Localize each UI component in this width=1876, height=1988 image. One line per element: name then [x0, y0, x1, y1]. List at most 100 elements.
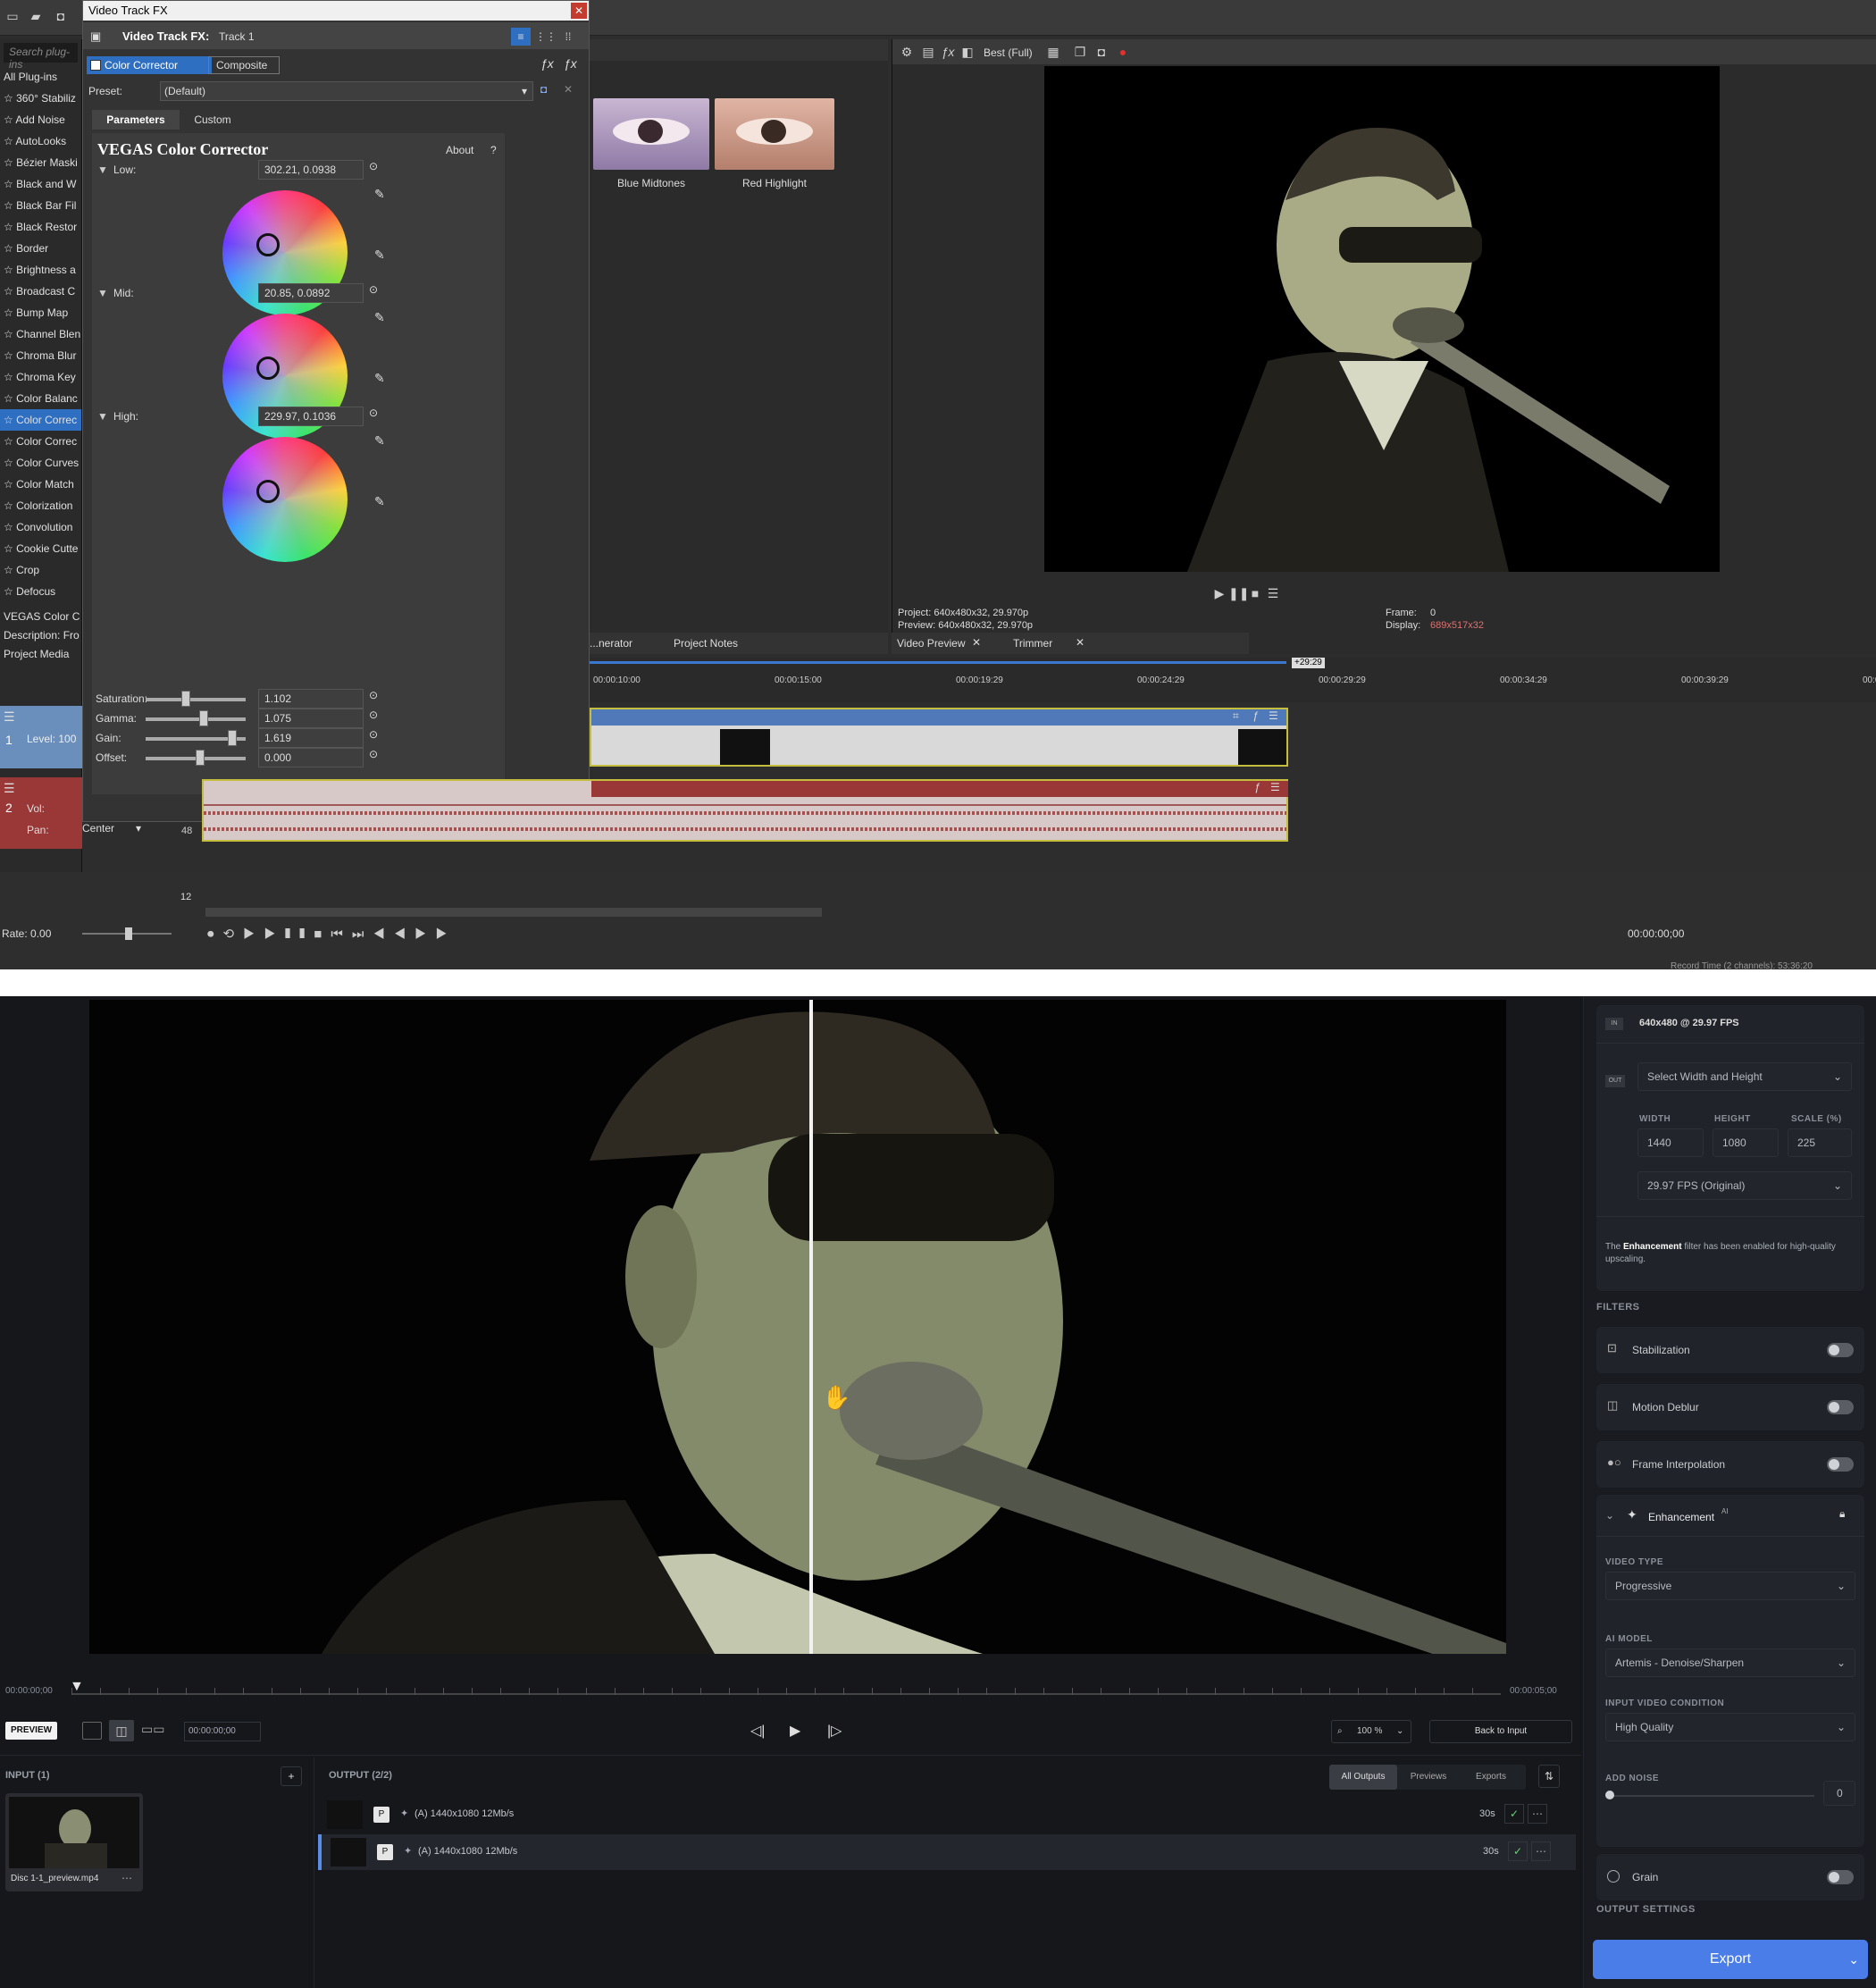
video-track-header[interactable]: ☰ 1 Level: 100: [0, 706, 82, 768]
fps-select[interactable]: 29.97 FPS (Original) ⌄: [1637, 1171, 1852, 1200]
wheel-crosshair[interactable]: [256, 233, 280, 256]
tab-parameters[interactable]: Parameters: [92, 110, 180, 130]
plugin-item[interactable]: ☆ Bézier Maski: [0, 152, 81, 173]
eyedropper-icon[interactable]: ✎: [374, 433, 385, 449]
reset-icon[interactable]: ⊙: [369, 709, 378, 721]
plugin-item[interactable]: ☆ Defocus: [0, 581, 81, 602]
prev-frame-icon[interactable]: ◁|: [750, 1722, 765, 1740]
reset-icon[interactable]: ⊙: [369, 160, 378, 172]
more-icon[interactable]: ⋯: [1528, 1804, 1547, 1824]
fx-icon[interactable]: ƒ: [1252, 709, 1259, 722]
fx-remove-icon[interactable]: ƒx: [564, 56, 577, 71]
plugin-item[interactable]: ☆ Chroma Key: [0, 366, 81, 388]
audio-event[interactable]: ƒ ☰: [202, 779, 1288, 842]
plugin-search-input[interactable]: Search plug-ins: [4, 43, 78, 71]
size-select[interactable]: Select Width and Height ⌄: [1637, 1062, 1852, 1091]
audio-track-header[interactable]: ☰ 2 Vol: Pan:: [0, 777, 82, 849]
plugin-item[interactable]: ☆ 360° Stabiliz: [0, 88, 81, 109]
reset-icon[interactable]: ⊙: [369, 728, 378, 741]
plugin-item[interactable]: All Plug-ins: [0, 66, 81, 88]
single-view-icon[interactable]: [82, 1722, 102, 1740]
chevron-down-icon[interactable]: ⌄: [1605, 1509, 1614, 1522]
slider-value[interactable]: 1.102: [258, 689, 364, 709]
slider-value[interactable]: 0.000: [258, 748, 364, 768]
condition-select[interactable]: High Quality ⌄: [1605, 1713, 1855, 1741]
plugin-item[interactable]: ☆ Color Curves: [0, 452, 81, 474]
save-preset-icon[interactable]: ◘: [540, 83, 547, 96]
chain-composite[interactable]: Composite: [208, 56, 280, 74]
plugin-item[interactable]: ☆ Cookie Cutte: [0, 538, 81, 559]
wheel-value[interactable]: 229.97, 0.1036: [258, 407, 364, 426]
record-icon[interactable]: ●: [1114, 43, 1132, 61]
slider-knob[interactable]: [181, 691, 191, 707]
side-by-side-icon[interactable]: ▭▭: [141, 1722, 164, 1737]
tab-video-preview[interactable]: Video Preview: [897, 637, 966, 650]
collapse-triangle-icon[interactable]: ▼: [97, 164, 108, 176]
output-row[interactable]: P ✦ (A) 1440x1080 12Mb/s 30s ✓ ⋯: [318, 1834, 1576, 1870]
wheel-crosshair[interactable]: [256, 356, 280, 380]
noise-slider[interactable]: [1609, 1795, 1814, 1797]
play-icon[interactable]: ▶: [1210, 584, 1228, 602]
filter-toggle[interactable]: [1827, 1343, 1854, 1357]
plugin-item[interactable]: ☆ Bump Map: [0, 302, 81, 323]
eyedropper-icon[interactable]: ✎: [374, 371, 385, 386]
help-button[interactable]: ?: [490, 144, 497, 156]
timecode-display[interactable]: 00:00:00;00: [1628, 927, 1684, 940]
menu-icon[interactable]: ☰: [1270, 781, 1280, 793]
overlay-icon[interactable]: ◧: [959, 43, 976, 61]
zoom-select[interactable]: ⌕ 100 % ⌄: [1331, 1720, 1411, 1743]
close-icon[interactable]: ✕: [972, 636, 981, 649]
eyedropper-icon[interactable]: ✎: [374, 187, 385, 202]
scale-input[interactable]: 225: [1788, 1128, 1852, 1157]
save-icon[interactable]: ◘: [52, 7, 70, 25]
reset-icon[interactable]: ⊙: [369, 748, 378, 760]
color-wheel[interactable]: [222, 437, 348, 562]
plugin-item[interactable]: ☆ Add Noise: [0, 109, 81, 130]
filter-row[interactable]: ◫ Motion Deblur: [1596, 1384, 1864, 1430]
filter-toggle[interactable]: [1827, 1400, 1854, 1414]
plugin-item[interactable]: ☆ Channel Blen: [0, 323, 81, 345]
plugin-item[interactable]: ☆ Border: [0, 238, 81, 259]
playhead-icon[interactable]: ▼: [70, 1679, 84, 1695]
tab-all-outputs[interactable]: All Outputs: [1329, 1765, 1397, 1790]
split-view-icon[interactable]: ◫: [109, 1720, 134, 1741]
horizontal-scrollbar[interactable]: [205, 908, 822, 917]
check-icon[interactable]: ✓: [1508, 1841, 1528, 1861]
chevron-down-icon[interactable]: ⌄: [1848, 1940, 1859, 1979]
track-menu-icon[interactable]: ☰: [4, 709, 15, 725]
export-button[interactable]: Export ⌄: [1593, 1940, 1868, 1979]
stop-icon[interactable]: ■: [1246, 584, 1264, 602]
preset-thumb-red-highlight[interactable]: [715, 98, 834, 170]
collapse-triangle-icon[interactable]: ▼: [97, 287, 108, 299]
chain-color-corrector[interactable]: Color Corrector: [87, 56, 212, 74]
filter-row[interactable]: ●○ Frame Interpolation: [1596, 1441, 1864, 1488]
noise-input[interactable]: 0: [1823, 1781, 1855, 1806]
tab-trimmer[interactable]: Trimmer: [1013, 637, 1052, 650]
close-icon[interactable]: ✕: [1076, 636, 1085, 649]
next-frame-icon[interactable]: |▷: [827, 1722, 842, 1740]
tab-project-media[interactable]: Project Media: [0, 643, 81, 665]
preset-thumb-blue-midtones[interactable]: [593, 98, 709, 170]
compare-divider[interactable]: [809, 1000, 813, 1654]
plugin-item[interactable]: ☆ Colorization: [0, 495, 81, 516]
more-icon[interactable]: ⋯: [121, 1872, 132, 1884]
tab-custom[interactable]: Custom: [181, 110, 244, 130]
enable-checkbox[interactable]: [90, 60, 101, 71]
plugin-item[interactable]: ☆ Black Restor: [0, 216, 81, 238]
grid-icon[interactable]: ▦: [1044, 43, 1062, 61]
grain-toggle[interactable]: [1827, 1870, 1854, 1884]
filter-toggle[interactable]: [1827, 1457, 1854, 1472]
fx-icon[interactable]: ƒx: [939, 43, 957, 61]
tab-exports[interactable]: Exports: [1460, 1765, 1522, 1790]
slider-track[interactable]: [146, 717, 246, 721]
collapse-triangle-icon[interactable]: ▼: [97, 410, 108, 423]
play-icon[interactable]: ▶: [790, 1722, 800, 1740]
timecode-input[interactable]: 00:00:00;00: [184, 1722, 261, 1741]
tab-generator[interactable]: ...nerator: [590, 637, 632, 650]
plugin-item[interactable]: ☆ Color Correc: [0, 409, 81, 431]
fx-icon[interactable]: ƒ: [1254, 781, 1260, 793]
preset-select[interactable]: (Default) ▾: [160, 81, 533, 101]
wheel-value[interactable]: 20.85, 0.0892: [258, 283, 364, 303]
end-marker[interactable]: +29:29: [1292, 658, 1325, 668]
preview-quality[interactable]: Best (Full): [984, 46, 1033, 59]
